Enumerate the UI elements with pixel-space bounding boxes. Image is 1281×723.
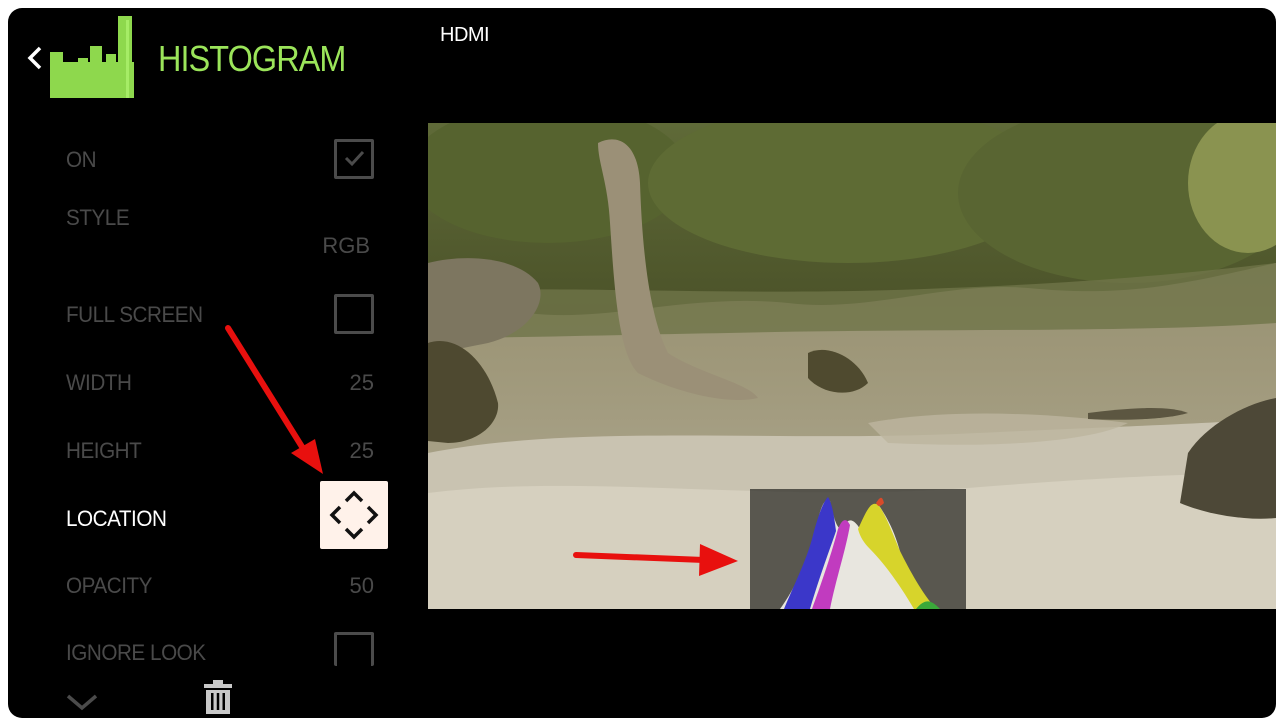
menu-item-label: OPACITY [66,573,152,598]
menu-item-label: STYLE [66,205,130,230]
move-icon [329,490,379,540]
menu-item-label: FULL SCREEN [66,302,203,327]
menu-item-label: WIDTH [66,370,132,395]
chevron-left-icon [27,46,42,70]
menu-item-on[interactable]: ON [8,135,408,185]
menu-item-ignore-look[interactable]: IGNORE LOOK [8,628,408,678]
menu-item-height[interactable]: HEIGHT 25 [8,426,408,476]
full-screen-checkbox[interactable] [334,294,374,334]
on-checkbox[interactable] [334,139,374,179]
style-value: RGB [322,233,370,258]
width-value: 25 [349,370,374,395]
scroll-down-button[interactable] [64,690,100,714]
page-title: HISTOGRAM [158,38,346,79]
back-button[interactable] [22,40,46,76]
height-value: 25 [349,438,374,463]
menu-item-width[interactable]: WIDTH 25 [8,358,408,408]
input-source-label: HDMI [440,24,490,46]
chevron-down-icon [66,694,98,711]
opacity-value: 50 [349,573,374,598]
histogram-logo-icon [48,16,134,98]
menu-item-style[interactable]: STYLE RGB [8,203,408,273]
menu-item-label: ON [66,147,97,172]
ignore-look-checkbox[interactable] [334,632,374,666]
location-move-button[interactable] [320,481,388,549]
video-preview [428,123,1276,609]
trash-icon [204,680,232,714]
menu-item-label: IGNORE LOOK [66,640,206,665]
rgb-histogram-graph [780,497,940,609]
histogram-overlay [750,489,966,609]
checkmark-icon [344,150,365,167]
menu-item-full-screen[interactable]: FULL SCREEN [8,290,408,340]
monitor-screen: HISTOGRAM HDMI ON STYLE RGB FULL SCREEN … [8,8,1276,718]
delete-button[interactable] [204,680,232,714]
menu-item-label: LOCATION [66,506,167,531]
menu-item-label: HEIGHT [66,438,142,463]
menu-item-opacity[interactable]: OPACITY 50 [8,561,408,611]
